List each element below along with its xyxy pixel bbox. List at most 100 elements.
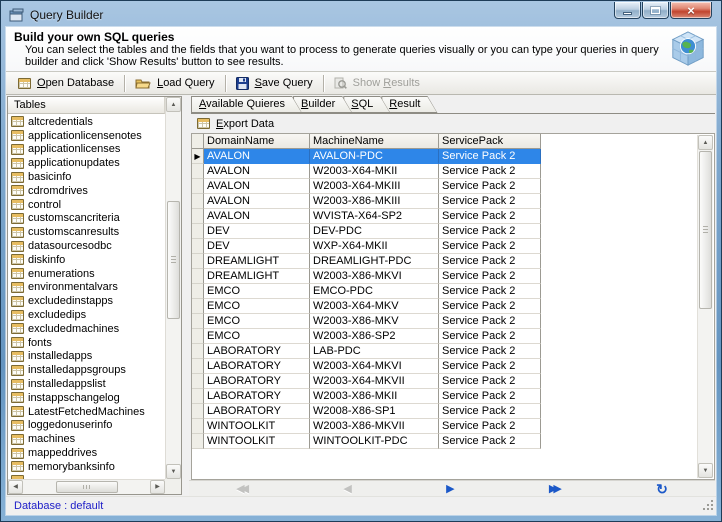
tables-vertical-scrollbar[interactable]: ▲ ▼	[165, 97, 181, 479]
nav-next-button[interactable]: ▶	[446, 482, 454, 496]
scroll-down-icon[interactable]: ▼	[166, 464, 181, 479]
table-item-customscanresults[interactable]: customscanresults	[8, 225, 165, 239]
table-row[interactable]: WINTOOLKIT W2003-X86-MKVII Service Pack 2	[192, 419, 541, 434]
table-item-label: excludedmachines	[28, 322, 120, 335]
table-item-latestfetchedmachines[interactable]: LatestFetchedMachines	[8, 405, 165, 419]
scroll-left-icon[interactable]: ◀	[8, 480, 23, 494]
table-row[interactable]: EMCO W2003-X86-MKV Service Pack 2	[192, 314, 541, 329]
table-item-datasourcesodbc[interactable]: datasourcesodbc	[8, 239, 165, 253]
table-icon	[11, 392, 24, 404]
tab-available-quieres[interactable]: Available Quieres	[191, 96, 302, 113]
tables-scroll-thumb[interactable]	[167, 201, 180, 319]
table-item-altcredentials[interactable]: altcredentials	[8, 115, 165, 129]
table-item-memorybanksinfo[interactable]: memorybanksinfo	[8, 460, 165, 474]
table-item-cdromdrives[interactable]: cdromdrives	[8, 184, 165, 198]
table-row[interactable]: AVALON W2003-X64-MKIII Service Pack 2	[192, 179, 541, 194]
scroll-grip	[83, 485, 90, 489]
grid-cell: Service Pack 2	[439, 239, 541, 254]
grid-cell: Service Pack 2	[439, 209, 541, 224]
nav-last-button[interactable]: ▶▶	[549, 482, 562, 496]
grid-scroll-thumb[interactable]	[699, 151, 712, 309]
record-navigator: ◀◀ ◀ ▶ ▶▶ ↻	[189, 480, 715, 496]
table-row[interactable]: LABORATORY W2003-X86-MKII Service Pack 2	[192, 389, 541, 404]
table-item-control[interactable]: control	[8, 198, 165, 212]
load-query-button[interactable]: Load Query	[126, 73, 224, 94]
table-row[interactable]: DREAMLIGHT W2003-X86-MKVI Service Pack 2	[192, 269, 541, 284]
table-row[interactable]: DREAMLIGHT DREAMLIGHT-PDC Service Pack 2	[192, 254, 541, 269]
grid-cell: EMCO	[204, 329, 310, 344]
tables-horizontal-scrollbar[interactable]: ◀ ▶	[8, 479, 165, 494]
save-query-button[interactable]: Save Query	[227, 73, 322, 94]
table-icon	[11, 323, 24, 335]
table-item-excludedips[interactable]: excludedips	[8, 308, 165, 322]
table-item-label: memorybanksinfo	[28, 460, 115, 473]
table-row[interactable]: EMCO EMCO-PDC Service Pack 2	[192, 284, 541, 299]
table-item-applicationlicensenotes[interactable]: applicationlicensenotes	[8, 129, 165, 143]
table-row[interactable]: DEV DEV-PDC Service Pack 2	[192, 224, 541, 239]
row-indicator-header	[192, 134, 204, 149]
scroll-up-icon[interactable]: ▲	[698, 135, 713, 150]
table-item-applicationlicenses[interactable]: applicationlicenses	[8, 143, 165, 157]
column-header-servicepack[interactable]: ServicePack	[439, 134, 541, 149]
table-row[interactable]: EMCO W2003-X86-SP2 Service Pack 2	[192, 329, 541, 344]
table-item-basicinfo[interactable]: basicinfo	[8, 170, 165, 184]
table-item-label: excludedips	[28, 309, 87, 322]
table-item-diskinfo[interactable]: diskinfo	[8, 253, 165, 267]
table-item-fonts[interactable]: fonts	[8, 336, 165, 350]
table-item-loggedonuserinfo[interactable]: loggedonuserinfo	[8, 419, 165, 433]
table-item-customscancriteria[interactable]: customscancriteria	[8, 212, 165, 226]
table-row[interactable]: LABORATORY W2008-X86-SP1 Service Pack 2	[192, 404, 541, 419]
table-row[interactable]: DEV WXP-X64-MKII Service Pack 2	[192, 239, 541, 254]
open-database-button[interactable]: Open Database	[9, 73, 123, 94]
row-indicator	[192, 374, 204, 389]
table-row[interactable]: LABORATORY LAB-PDC Service Pack 2	[192, 344, 541, 359]
table-item-machines[interactable]: machines	[8, 432, 165, 446]
table-icon	[11, 157, 24, 169]
scroll-up-icon[interactable]: ▲	[166, 97, 181, 112]
table-item-applicationupdates[interactable]: applicationupdates	[8, 156, 165, 170]
table-row[interactable]: AVALON W2003-X86-MKIII Service Pack 2	[192, 194, 541, 209]
close-button[interactable]: ×	[670, 2, 712, 19]
minimize-button[interactable]	[614, 2, 641, 19]
table-row[interactable]: LABORATORY W2003-X64-MKVII Service Pack 2	[192, 374, 541, 389]
table-item-installedappslist[interactable]: installedappslist	[8, 377, 165, 391]
table-item-installedappsgroups[interactable]: installedappsgroups	[8, 363, 165, 377]
table-item-instappschangelog[interactable]: instappschangelog	[8, 391, 165, 405]
row-indicator	[192, 239, 204, 254]
toolbar-separator	[224, 74, 226, 92]
table-item-mappeddrives[interactable]: mappeddrives	[8, 446, 165, 460]
export-data-button[interactable]: Export Data	[191, 115, 280, 133]
table-row[interactable]: WINTOOLKIT WINTOOLKIT-PDC Service Pack 2	[192, 434, 541, 449]
grid-cell: Service Pack 2	[439, 179, 541, 194]
titlebar[interactable]: Query Builder ×	[2, 2, 720, 27]
load-query-label: Load Query	[157, 77, 215, 89]
resize-grip[interactable]	[702, 500, 713, 511]
table-item-enumerations[interactable]: enumerations	[8, 267, 165, 281]
maximize-button[interactable]	[642, 2, 669, 19]
grid-cell: Service Pack 2	[439, 224, 541, 239]
table-row[interactable]: EMCO W2003-X64-MKV Service Pack 2	[192, 299, 541, 314]
table-item-excludedinstapps[interactable]: excludedinstapps	[8, 294, 165, 308]
table-row[interactable]: AVALON W2003-X64-MKII Service Pack 2	[192, 164, 541, 179]
grid-vertical-scrollbar[interactable]: ▲ ▼	[697, 135, 713, 478]
result-grid-container: DomainName MachineName ServicePack ▶ AVALON A…	[191, 133, 715, 480]
result-panel: Available Quieres Builder SQL Result Export…	[186, 95, 716, 496]
column-header-machinename[interactable]: MachineName	[310, 134, 439, 149]
scroll-right-icon[interactable]: ▶	[150, 480, 165, 494]
window-controls: ×	[613, 2, 712, 19]
column-header-domainname[interactable]: DomainName	[204, 134, 310, 149]
table-row[interactable]: AVALON WVISTA-X64-SP2 Service Pack 2	[192, 209, 541, 224]
app-window-icon[interactable]	[9, 8, 24, 22]
table-item-label: mappeddrives	[28, 447, 98, 460]
tables-hscroll-thumb[interactable]	[56, 481, 118, 493]
table-item-excludedmachines[interactable]: excludedmachines	[8, 322, 165, 336]
table-item-installedapps[interactable]: installedapps	[8, 350, 165, 364]
table-row[interactable]: LABORATORY W2003-X64-MKVI Service Pack 2	[192, 359, 541, 374]
scroll-down-icon[interactable]: ▼	[698, 463, 713, 478]
table-row[interactable]: ▶ AVALON AVALON-PDC Service Pack 2	[192, 149, 541, 164]
table-icon	[11, 350, 24, 362]
table-item-environmentalvars[interactable]: environmentalvars	[8, 281, 165, 295]
nav-refresh-button[interactable]: ↻	[656, 482, 668, 496]
selected-row-marker-icon: ▶	[194, 152, 201, 161]
toolbar-separator	[322, 74, 324, 92]
